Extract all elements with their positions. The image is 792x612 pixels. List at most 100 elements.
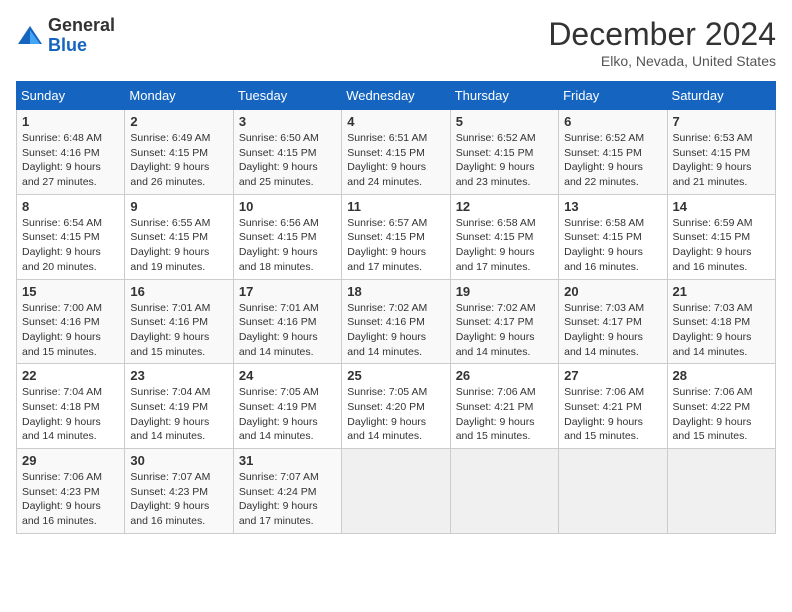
calendar-cell: 3 Sunrise: 6:50 AMSunset: 4:15 PMDaylight…	[233, 110, 341, 195]
day-header-wednesday: Wednesday	[342, 82, 450, 110]
calendar-cell	[559, 449, 667, 534]
day-number: 7	[673, 114, 770, 129]
cell-info: Sunrise: 7:02 AMSunset: 4:17 PMDaylight:…	[456, 301, 553, 360]
cell-info: Sunrise: 7:06 AMSunset: 4:22 PMDaylight:…	[673, 385, 770, 444]
calendar-cell: 7 Sunrise: 6:53 AMSunset: 4:15 PMDaylight…	[667, 110, 775, 195]
cell-info: Sunrise: 7:06 AMSunset: 4:23 PMDaylight:…	[22, 470, 119, 529]
calendar-cell: 24 Sunrise: 7:05 AMSunset: 4:19 PMDayligh…	[233, 364, 341, 449]
calendar-cell: 8 Sunrise: 6:54 AMSunset: 4:15 PMDaylight…	[17, 194, 125, 279]
day-number: 30	[130, 453, 227, 468]
day-number: 20	[564, 284, 661, 299]
cell-info: Sunrise: 7:05 AMSunset: 4:20 PMDaylight:…	[347, 385, 444, 444]
calendar-cell: 29 Sunrise: 7:06 AMSunset: 4:23 PMDayligh…	[17, 449, 125, 534]
logo-text: General Blue	[48, 16, 115, 56]
cell-info: Sunrise: 7:04 AMSunset: 4:18 PMDaylight:…	[22, 385, 119, 444]
day-header-sunday: Sunday	[17, 82, 125, 110]
cell-info: Sunrise: 6:54 AMSunset: 4:15 PMDaylight:…	[22, 216, 119, 275]
calendar-cell: 25 Sunrise: 7:05 AMSunset: 4:20 PMDayligh…	[342, 364, 450, 449]
cell-info: Sunrise: 6:51 AMSunset: 4:15 PMDaylight:…	[347, 131, 444, 190]
day-number: 31	[239, 453, 336, 468]
calendar-cell	[450, 449, 558, 534]
day-number: 12	[456, 199, 553, 214]
calendar-cell: 5Sunrise: 6:52 AMSunset: 4:15 PMDaylight…	[450, 110, 558, 195]
header-row: SundayMondayTuesdayWednesdayThursdayFrid…	[17, 82, 776, 110]
cell-info: Sunrise: 6:58 AMSunset: 4:15 PMDaylight:…	[456, 216, 553, 275]
week-row-1: 1Sunrise: 6:48 AMSunset: 4:16 PMDaylight…	[17, 110, 776, 195]
header: General Blue December 2024 Elko, Nevada,…	[16, 16, 776, 69]
calendar-cell: 19 Sunrise: 7:02 AMSunset: 4:17 PMDayligh…	[450, 279, 558, 364]
day-number: 11	[347, 199, 444, 214]
day-number: 10	[239, 199, 336, 214]
month-title: December 2024	[548, 16, 776, 53]
cell-info: Sunrise: 6:49 AMSunset: 4:15 PMDaylight:…	[130, 131, 227, 190]
calendar-cell: 6 Sunrise: 6:52 AMSunset: 4:15 PMDaylight…	[559, 110, 667, 195]
day-number: 29	[22, 453, 119, 468]
day-number: 15	[22, 284, 119, 299]
week-row-3: 15 Sunrise: 7:00 AMSunset: 4:16 PMDayligh…	[17, 279, 776, 364]
week-row-4: 22 Sunrise: 7:04 AMSunset: 4:18 PMDayligh…	[17, 364, 776, 449]
title-area: December 2024 Elko, Nevada, United State…	[548, 16, 776, 69]
cell-info: Sunrise: 6:55 AMSunset: 4:15 PMDaylight:…	[130, 216, 227, 275]
cell-info: Sunrise: 6:59 AMSunset: 4:15 PMDaylight:…	[673, 216, 770, 275]
calendar-cell: 9 Sunrise: 6:55 AMSunset: 4:15 PMDaylight…	[125, 194, 233, 279]
day-number: 6	[564, 114, 661, 129]
calendar-cell: 30Sunrise: 7:07 AMSunset: 4:23 PMDayligh…	[125, 449, 233, 534]
day-number: 9	[130, 199, 227, 214]
day-number: 21	[673, 284, 770, 299]
day-header-monday: Monday	[125, 82, 233, 110]
day-header-saturday: Saturday	[667, 82, 775, 110]
calendar-table: SundayMondayTuesdayWednesdayThursdayFrid…	[16, 81, 776, 534]
location: Elko, Nevada, United States	[548, 53, 776, 69]
cell-info: Sunrise: 6:53 AMSunset: 4:15 PMDaylight:…	[673, 131, 770, 190]
day-number: 26	[456, 368, 553, 383]
cell-info: Sunrise: 7:01 AMSunset: 4:16 PMDaylight:…	[239, 301, 336, 360]
calendar-cell: 4 Sunrise: 6:51 AMSunset: 4:15 PMDaylight…	[342, 110, 450, 195]
cell-info: Sunrise: 7:03 AMSunset: 4:18 PMDaylight:…	[673, 301, 770, 360]
day-header-friday: Friday	[559, 82, 667, 110]
cell-info: Sunrise: 7:07 AMSunset: 4:24 PMDaylight:…	[239, 470, 336, 529]
calendar-cell	[342, 449, 450, 534]
day-number: 22	[22, 368, 119, 383]
day-number: 18	[347, 284, 444, 299]
calendar-cell: 21 Sunrise: 7:03 AMSunset: 4:18 PMDayligh…	[667, 279, 775, 364]
day-number: 8	[22, 199, 119, 214]
day-number: 25	[347, 368, 444, 383]
cell-info: Sunrise: 7:05 AMSunset: 4:19 PMDaylight:…	[239, 385, 336, 444]
calendar-cell: 15 Sunrise: 7:00 AMSunset: 4:16 PMDayligh…	[17, 279, 125, 364]
cell-info: Sunrise: 6:56 AMSunset: 4:15 PMDaylight:…	[239, 216, 336, 275]
cell-info: Sunrise: 6:58 AMSunset: 4:15 PMDaylight:…	[564, 216, 661, 275]
cell-info: Sunrise: 7:00 AMSunset: 4:16 PMDaylight:…	[22, 301, 119, 360]
cell-info: Sunrise: 7:03 AMSunset: 4:17 PMDaylight:…	[564, 301, 661, 360]
calendar-cell: 14Sunrise: 6:59 AMSunset: 4:15 PMDayligh…	[667, 194, 775, 279]
day-number: 27	[564, 368, 661, 383]
calendar-cell: 2Sunrise: 6:49 AMSunset: 4:15 PMDaylight…	[125, 110, 233, 195]
calendar-cell: 23Sunrise: 7:04 AMSunset: 4:19 PMDayligh…	[125, 364, 233, 449]
calendar-cell: 10 Sunrise: 6:56 AMSunset: 4:15 PMDayligh…	[233, 194, 341, 279]
cell-info: Sunrise: 6:52 AMSunset: 4:15 PMDaylight:…	[564, 131, 661, 190]
day-number: 13	[564, 199, 661, 214]
cell-info: Sunrise: 6:52 AMSunset: 4:15 PMDaylight:…	[456, 131, 553, 190]
day-number: 28	[673, 368, 770, 383]
calendar-cell	[667, 449, 775, 534]
cell-info: Sunrise: 6:48 AMSunset: 4:16 PMDaylight:…	[22, 131, 119, 190]
calendar-cell: 22 Sunrise: 7:04 AMSunset: 4:18 PMDayligh…	[17, 364, 125, 449]
cell-info: Sunrise: 7:01 AMSunset: 4:16 PMDaylight:…	[130, 301, 227, 360]
calendar-cell: 1Sunrise: 6:48 AMSunset: 4:16 PMDaylight…	[17, 110, 125, 195]
calendar-cell: 27 Sunrise: 7:06 AMSunset: 4:21 PMDayligh…	[559, 364, 667, 449]
calendar-cell: 28 Sunrise: 7:06 AMSunset: 4:22 PMDayligh…	[667, 364, 775, 449]
calendar-cell: 20 Sunrise: 7:03 AMSunset: 4:17 PMDayligh…	[559, 279, 667, 364]
cell-info: Sunrise: 7:06 AMSunset: 4:21 PMDaylight:…	[456, 385, 553, 444]
calendar-cell: 12 Sunrise: 6:58 AMSunset: 4:15 PMDayligh…	[450, 194, 558, 279]
day-number: 24	[239, 368, 336, 383]
week-row-5: 29 Sunrise: 7:06 AMSunset: 4:23 PMDayligh…	[17, 449, 776, 534]
cell-info: Sunrise: 6:50 AMSunset: 4:15 PMDaylight:…	[239, 131, 336, 190]
calendar-cell: 31 Sunrise: 7:07 AMSunset: 4:24 PMDayligh…	[233, 449, 341, 534]
day-number: 4	[347, 114, 444, 129]
week-row-2: 8 Sunrise: 6:54 AMSunset: 4:15 PMDaylight…	[17, 194, 776, 279]
day-number: 3	[239, 114, 336, 129]
cell-info: Sunrise: 7:02 AMSunset: 4:16 PMDaylight:…	[347, 301, 444, 360]
cell-info: Sunrise: 7:06 AMSunset: 4:21 PMDaylight:…	[564, 385, 661, 444]
logo-general: General	[48, 15, 115, 35]
day-number: 19	[456, 284, 553, 299]
calendar-cell: 18 Sunrise: 7:02 AMSunset: 4:16 PMDayligh…	[342, 279, 450, 364]
